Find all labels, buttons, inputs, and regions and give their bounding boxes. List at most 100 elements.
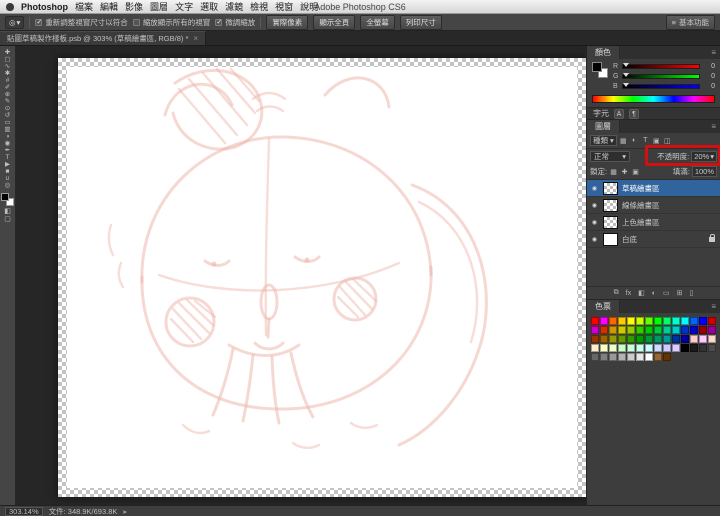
- color-swatch[interactable]: [618, 326, 626, 334]
- filter-adjustment-layers-icon[interactable]: ◐: [630, 137, 639, 144]
- color-swatch[interactable]: [627, 344, 635, 352]
- apple-icon[interactable]: [6, 2, 14, 11]
- menu-photoshop[interactable]: Photoshop: [21, 2, 68, 12]
- menu-type[interactable]: 文字: [175, 0, 193, 13]
- menu-select[interactable]: 選取: [200, 0, 218, 13]
- color-swatch[interactable]: [672, 326, 680, 334]
- menu-filter[interactable]: 濾鏡: [225, 0, 243, 13]
- lock-position-icon[interactable]: ✚: [620, 168, 629, 176]
- color-swatch[interactable]: [591, 335, 599, 343]
- color-swatch[interactable]: [600, 335, 608, 343]
- color-swatch[interactable]: [645, 344, 653, 352]
- tab-color[interactable]: 顏色: [587, 46, 620, 59]
- zoom-all-windows-checkbox[interactable]: 縮放顯示所有的視窗: [132, 17, 210, 28]
- move-tool[interactable]: ✚: [1, 49, 14, 56]
- status-options-arrow[interactable]: ▸: [123, 507, 127, 516]
- color-swatch[interactable]: [645, 353, 653, 361]
- opacity-field[interactable]: 20% ▾: [691, 151, 717, 162]
- foreground-color-swatch[interactable]: [1, 193, 9, 201]
- color-swatch[interactable]: [663, 353, 671, 361]
- color-swatch[interactable]: [681, 335, 689, 343]
- clone-stamp-tool[interactable]: ⊙: [1, 105, 14, 112]
- healing-brush-tool[interactable]: ⊕: [1, 91, 14, 98]
- close-icon[interactable]: ×: [193, 34, 198, 43]
- slider-thumb[interactable]: [623, 73, 629, 77]
- color-swatch[interactable]: [654, 353, 662, 361]
- panel-menu-icon[interactable]: ≡: [711, 48, 720, 57]
- color-swatch[interactable]: [591, 317, 599, 325]
- color-swatch[interactable]: [627, 353, 635, 361]
- color-swatch[interactable]: [690, 344, 698, 352]
- layer-thumbnail[interactable]: [603, 232, 618, 246]
- color-swatch[interactable]: [690, 326, 698, 334]
- fit-screen-button[interactable]: 顯示全頁: [313, 14, 356, 30]
- document-canvas[interactable]: [58, 58, 586, 497]
- artboard[interactable]: [67, 67, 577, 488]
- shape-tool[interactable]: ■: [1, 168, 14, 175]
- color-swatch[interactable]: [654, 344, 662, 352]
- foreground-color-swatch[interactable]: [592, 62, 602, 72]
- color-swatch[interactable]: [645, 317, 653, 325]
- blur-tool[interactable]: ◑: [1, 133, 14, 140]
- red-value[interactable]: 0: [703, 63, 715, 70]
- visibility-eye-icon[interactable]: ◉: [590, 219, 599, 226]
- foreground-background-swatch[interactable]: [1, 193, 14, 206]
- layer-thumbnail[interactable]: [603, 181, 618, 195]
- color-swatch[interactable]: [609, 353, 617, 361]
- color-swatch[interactable]: [663, 344, 671, 352]
- menu-layer[interactable]: 圖層: [150, 0, 168, 13]
- canvas-area[interactable]: [16, 46, 586, 505]
- type-tool[interactable]: T: [1, 154, 14, 161]
- eraser-tool[interactable]: ▭: [1, 119, 14, 126]
- color-swatch[interactable]: [690, 317, 698, 325]
- color-swatch[interactable]: [600, 326, 608, 334]
- color-swatch[interactable]: [636, 326, 644, 334]
- gradient-tool[interactable]: ▥: [1, 126, 14, 133]
- layer-row-lineart[interactable]: ◉ 線條繪畫區: [587, 197, 720, 214]
- eyedropper-tool[interactable]: ✐: [1, 84, 14, 91]
- filter-pixel-layers-icon[interactable]: ▦: [619, 137, 628, 145]
- lock-all-icon[interactable]: ▣: [631, 168, 640, 176]
- filter-type-layers-icon[interactable]: T: [641, 137, 650, 144]
- layer-effects-icon[interactable]: fx: [626, 290, 631, 297]
- lock-transparency-icon[interactable]: ▦: [609, 168, 618, 176]
- screen-mode-button[interactable]: ▢: [1, 216, 14, 224]
- path-selection-tool[interactable]: ▶: [1, 161, 14, 168]
- lasso-tool[interactable]: ∿: [1, 63, 14, 70]
- color-swatch[interactable]: [681, 317, 689, 325]
- adjustment-layer-icon[interactable]: ◐: [652, 290, 656, 297]
- color-swatch[interactable]: [654, 326, 662, 334]
- menu-view[interactable]: 檢視: [250, 0, 268, 13]
- print-size-button[interactable]: 列印尺寸: [399, 14, 442, 30]
- layer-thumbnail[interactable]: [603, 215, 618, 229]
- fill-screen-button[interactable]: 全螢幕: [360, 14, 395, 30]
- color-swatch[interactable]: [627, 326, 635, 334]
- dodge-tool[interactable]: ◉: [1, 140, 14, 147]
- character-panel-icon[interactable]: A: [614, 108, 624, 119]
- color-swatch[interactable]: [654, 335, 662, 343]
- color-swatch[interactable]: [636, 344, 644, 352]
- color-swatch[interactable]: [618, 344, 626, 352]
- color-swatch[interactable]: [708, 317, 716, 325]
- color-swatch[interactable]: [591, 344, 599, 352]
- color-swatch[interactable]: [618, 335, 626, 343]
- layer-filter-kind-select[interactable]: 種類 ▾: [590, 135, 617, 146]
- menu-image[interactable]: 影像: [125, 0, 143, 13]
- filter-shape-layers-icon[interactable]: ▣: [652, 137, 661, 145]
- color-swatch[interactable]: [672, 317, 680, 325]
- resize-windows-checkbox[interactable]: ✓ 重新調整視窗尺寸以符合: [35, 17, 128, 28]
- color-swatch[interactable]: [699, 326, 707, 334]
- color-swatch[interactable]: [645, 335, 653, 343]
- slider-thumb[interactable]: [623, 83, 629, 87]
- color-swatch[interactable]: [627, 335, 635, 343]
- color-swatch[interactable]: [609, 317, 617, 325]
- color-swatch[interactable]: [645, 326, 653, 334]
- layer-row-white-base[interactable]: ◉ 白底: [587, 231, 720, 248]
- green-slider[interactable]: [622, 73, 700, 79]
- panel-menu-icon[interactable]: ≡: [711, 122, 720, 131]
- color-swatch[interactable]: [600, 353, 608, 361]
- color-swatch[interactable]: [636, 353, 644, 361]
- color-swatch[interactable]: [672, 335, 680, 343]
- blue-value[interactable]: 0: [703, 83, 715, 90]
- color-swatch[interactable]: [690, 335, 698, 343]
